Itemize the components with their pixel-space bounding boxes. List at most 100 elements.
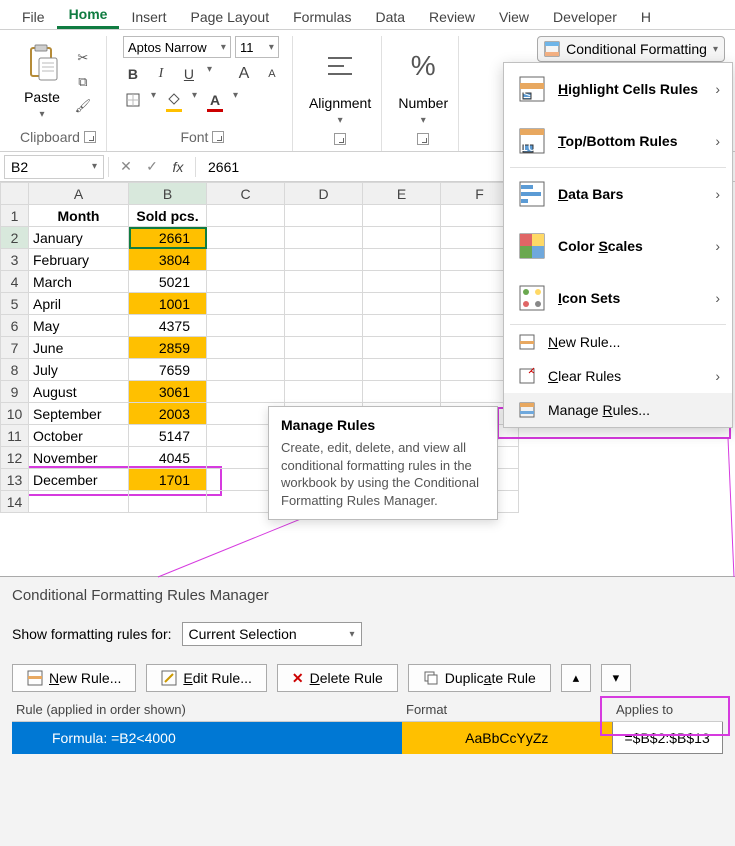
row-header-14[interactable]: 14 [1,491,29,513]
cell-B8[interactable]: 7659 [129,359,207,381]
cell-A12[interactable]: November [29,447,129,469]
row-header-13[interactable]: 13 [1,469,29,491]
tab-view[interactable]: View [487,5,541,29]
row-header-5[interactable]: 5 [1,293,29,315]
tab-home[interactable]: Home [57,2,120,29]
cell-A8[interactable]: July [29,359,129,381]
tab-h[interactable]: H [629,5,663,29]
delete-rule-button[interactable]: ✕ Delete Rule [277,664,398,692]
fill-color-button[interactable] [164,90,184,110]
cell-A5[interactable]: April [29,293,129,315]
row-header-10[interactable]: 10 [1,403,29,425]
cf-new-rule[interactable]: New Rule... [504,325,732,359]
cf-icon-sets[interactable]: Icon Sets › [504,272,732,324]
tab-formulas[interactable]: Formulas [281,5,363,29]
dialog-launcher-icon[interactable] [334,133,346,145]
cancel-icon[interactable]: ✕ [113,158,139,175]
cell-B7[interactable]: 2859 [129,337,207,359]
cell-A10[interactable]: September [29,403,129,425]
cf-manage-rules[interactable]: Manage Rules... [504,393,732,427]
cell-A2[interactable]: January [29,227,129,249]
shrink-font-button[interactable]: A [262,64,282,84]
cell-B2[interactable]: 2661 [129,227,207,249]
underline-button[interactable]: U [179,64,199,84]
row-header-7[interactable]: 7 [1,337,29,359]
col-header-B[interactable]: B [129,183,207,205]
tab-developer[interactable]: Developer [541,5,629,29]
cell-A11[interactable]: October [29,425,129,447]
italic-button[interactable]: I [151,64,171,84]
select-all-corner[interactable] [1,183,29,205]
row-header-1[interactable]: 1 [1,205,29,227]
font-color-button[interactable]: A [205,90,225,110]
row-header-2[interactable]: 2 [1,227,29,249]
tab-insert[interactable]: Insert [119,5,178,29]
cell-B5[interactable]: 1001 [129,293,207,315]
cell-A4[interactable]: March [29,271,129,293]
number-format-button[interactable]: % Number ▾ [398,41,448,126]
cf-highlight-cells[interactable]: ≤ Highlight Cells Rules › [504,63,732,115]
grow-font-button[interactable]: A [234,64,254,84]
cf-top-bottom[interactable]: 10 Top/Bottom Rules › [504,115,732,167]
menu-label: Color Scales [558,238,718,254]
menu-label: Top/Bottom Rules [558,133,718,149]
row-header-6[interactable]: 6 [1,315,29,337]
row-header-11[interactable]: 11 [1,425,29,447]
alignment-button[interactable]: Alignment ▾ [309,41,371,126]
row-header-4[interactable]: 4 [1,271,29,293]
col-header-A[interactable]: A [29,183,129,205]
col-header-E[interactable]: E [363,183,441,205]
cell-B12[interactable]: 4045 [129,447,207,469]
dialog-launcher-icon[interactable] [417,133,429,145]
col-header-D[interactable]: D [285,183,363,205]
duplicate-rule-button[interactable]: Duplicate Rule [408,664,551,692]
tab-page-layout[interactable]: Page Layout [178,5,281,29]
tab-file[interactable]: File [10,5,57,29]
row-header-8[interactable]: 8 [1,359,29,381]
cell-B13[interactable]: 1701 [129,469,207,491]
conditional-formatting-button[interactable]: Conditional Formatting ▾ [537,36,725,62]
row-header-3[interactable]: 3 [1,249,29,271]
tab-data[interactable]: Data [363,5,417,29]
edit-rule-button[interactable]: Edit Rule... [146,664,266,692]
font-size-combo[interactable]: 11 [235,36,279,58]
cell-A7[interactable]: June [29,337,129,359]
copy-icon[interactable]: ⧉ [74,73,92,91]
move-up-button[interactable]: ▴ [561,664,591,692]
row-header-12[interactable]: 12 [1,447,29,469]
cf-data-bars[interactable]: Data Bars › [504,168,732,220]
cf-color-scales[interactable]: Color Scales › [504,220,732,272]
cf-clear-rules[interactable]: Clear Rules › [504,359,732,393]
font-name-combo[interactable]: Aptos Narrow [123,36,231,58]
cell-A1[interactable]: Month [29,205,129,227]
row-header-9[interactable]: 9 [1,381,29,403]
name-box[interactable]: B2 [4,155,104,179]
cell-B11[interactable]: 5147 [129,425,207,447]
cell-A13[interactable]: December [29,469,129,491]
fx-icon[interactable]: fx [165,159,191,175]
tab-review[interactable]: Review [417,5,487,29]
cell-A3[interactable]: February [29,249,129,271]
paste-button[interactable]: Paste ▾ [24,44,60,120]
cell-A6[interactable]: May [29,315,129,337]
menu-label: Manage Rules... [548,402,718,418]
cell-B9[interactable]: 3061 [129,381,207,403]
cell-B1[interactable]: Sold pcs. [129,205,207,227]
cell-B6[interactable]: 4375 [129,315,207,337]
cut-icon[interactable]: ✂ [74,49,92,67]
cell-B4[interactable]: 5021 [129,271,207,293]
col-header-C[interactable]: C [207,183,285,205]
bold-button[interactable]: B [123,64,143,84]
move-down-button[interactable]: ▾ [601,664,631,692]
format-painter-icon[interactable]: 🖌 [74,97,92,115]
cell-B3[interactable]: 3804 [129,249,207,271]
new-rule-button[interactable]: New Rule... [12,664,136,692]
confirm-icon[interactable]: ✓ [139,158,165,175]
cell-B10[interactable]: 2003 [129,403,207,425]
show-for-label: Show formatting rules for: [12,626,172,642]
dialog-launcher-icon[interactable] [212,131,224,143]
borders-button[interactable] [123,90,143,110]
cell-A9[interactable]: August [29,381,129,403]
scope-select[interactable]: Current Selection▾ [182,622,362,646]
dialog-launcher-icon[interactable] [84,131,96,143]
